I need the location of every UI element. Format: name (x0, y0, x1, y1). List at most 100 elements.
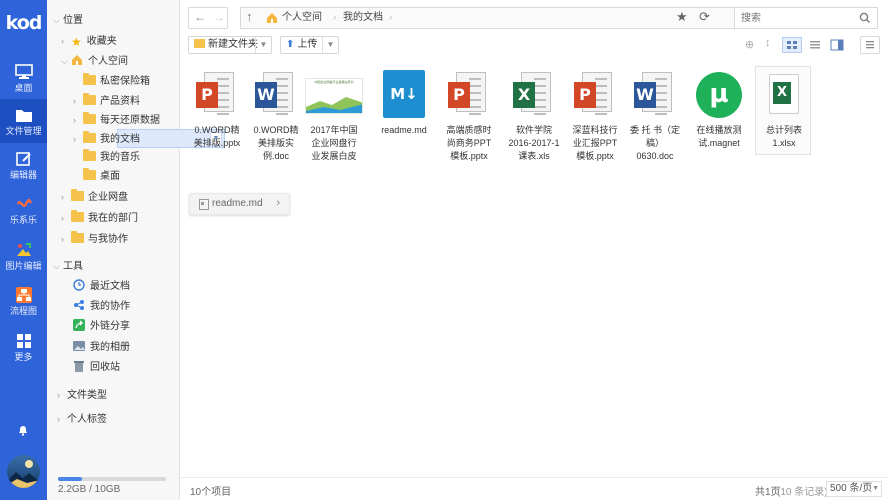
breadcrumb-separator: › (389, 12, 393, 23)
powerpoint-badge: P (574, 82, 596, 108)
tree-item-recent-docs[interactable]: 最近文档 (73, 277, 130, 297)
file-item[interactable]: X 软件学院 2016-2017-1 课表.xls (505, 64, 563, 163)
tree-item-my-music[interactable]: 我的音乐 (83, 148, 140, 168)
grid-view-icon (787, 41, 797, 49)
markdown-badge: M↓ (383, 70, 425, 118)
tree-section-tools[interactable]: ⌵ 工具 (53, 256, 83, 276)
excel-badge: X (773, 82, 791, 104)
forward-button[interactable]: → (213, 10, 225, 24)
tree-label: 个人标签 (67, 414, 107, 425)
file-item[interactable]: P 高端质感时 尚商务PPT 模板.pptx (440, 64, 498, 163)
upload-button[interactable]: ⬆ 上传 ▼ (280, 36, 339, 54)
tree-item-product[interactable]: › 产品资料 (73, 91, 140, 111)
tree-item-collaboration[interactable]: › 与我协作 (61, 229, 128, 249)
tree-item-my-documents[interactable]: › 我的文档 (73, 129, 140, 149)
tree-label: 我的音乐 (100, 152, 140, 163)
icon-view-button[interactable] (782, 37, 802, 53)
list-view-icon (810, 41, 820, 49)
search-icon[interactable] (859, 12, 871, 24)
tree-item-favorites[interactable]: › ★ 收藏夹 (61, 31, 117, 51)
rail-item-flowchart[interactable]: 流程图 (0, 279, 47, 323)
folder-icon (83, 93, 96, 105)
rail-item-desktop[interactable]: 桌面 (0, 56, 47, 100)
folder-icon (83, 131, 96, 143)
search-input[interactable] (735, 8, 853, 28)
tree-item-external-share[interactable]: 外链分享 (73, 317, 130, 337)
chevron-down-icon[interactable]: ▼ (322, 37, 338, 53)
recent-file-card[interactable]: readme.md › (189, 193, 290, 215)
tree-label: 企业网盘 (88, 192, 128, 203)
chevron-down-icon[interactable]: ▼ (255, 37, 271, 53)
tree-section-file-types[interactable]: › 文件类型 (57, 385, 107, 405)
tree-item-daily-restore[interactable]: › 每天还原数据 (73, 110, 160, 130)
file-item[interactable]: µ 在线播放测 试.magnet (690, 64, 748, 150)
address-bar[interactable]: ↑ 个人空间 › 我的文档 › ★ ⟳ (240, 7, 793, 29)
tree-section-location[interactable]: ⌵ 位置 (53, 10, 83, 30)
doc-file-icon: W (253, 70, 299, 120)
rail-item-more[interactable]: 更多 (0, 325, 47, 369)
file-name-line: 模板.pptx (576, 151, 614, 161)
tree-item-vault[interactable]: 私密保险箱 (83, 72, 150, 92)
file-name: 2017年中国 企业网盘行 业发展白皮 (305, 124, 363, 163)
back-button[interactable]: ← (194, 10, 206, 24)
tree-item-desktop[interactable]: 桌面 (83, 167, 120, 187)
storage-quota-bar (58, 477, 166, 481)
file-item[interactable]: M↓ readme.md (375, 64, 433, 137)
page-size-select[interactable]: 500 条/页 ▼ (826, 481, 882, 497)
image-file-icon: 中国企业网盘行业发展白皮书 (305, 70, 363, 120)
file-name-line: 美排版实 (257, 138, 294, 148)
file-name: 高端质感时 尚商务PPT 模板.pptx (440, 124, 498, 163)
breadcrumb-my-documents[interactable]: 我的文档 (343, 8, 383, 28)
powerpoint-badge: P (196, 82, 218, 108)
photo-icon (73, 341, 85, 351)
file-item[interactable]: P 深蓝科技行 业汇报PPT 模板.pptx (566, 64, 624, 163)
tree-label: 工具 (63, 261, 83, 272)
tree-label: 与我协作 (88, 234, 128, 245)
list-view-button[interactable] (805, 37, 825, 53)
refresh-icon[interactable]: ⟳ (699, 9, 710, 25)
rail-item-music[interactable]: 乐系乐 (0, 188, 47, 232)
file-item[interactable]: P 0.WORD精 美排版.pptx (188, 64, 246, 150)
bell-icon[interactable] (17, 424, 29, 436)
file-item[interactable]: W 委 托 书（定 稿） 0630.doc (626, 64, 684, 163)
page-size-label: 500 条/页 (830, 483, 873, 494)
rail-item-image-editor[interactable]: 图片编辑 (0, 234, 47, 278)
avatar[interactable] (7, 455, 40, 488)
up-button[interactable]: ↑ (246, 9, 253, 24)
file-name-line: 企业网盘行 (311, 138, 357, 148)
file-item[interactable]: W 0.WORD精 美排版实 例.doc (247, 64, 305, 163)
new-folder-button[interactable]: 新建文件夹 ▼ (188, 36, 272, 54)
rail-item-editor[interactable]: 编辑器 (0, 143, 47, 187)
word-badge: W (634, 82, 656, 108)
file-name-line: 美排版.pptx (193, 138, 241, 148)
sort-icon[interactable]: ↕ (765, 37, 771, 49)
tree-label: 私密保险箱 (100, 76, 150, 87)
tree-section-tags[interactable]: › 个人标签 (57, 409, 107, 429)
rail-label: 图片编辑 (5, 261, 42, 271)
file-item[interactable]: 中国企业网盘行业发展白皮书 2017年中国 企业网盘行 业发展白皮 (305, 64, 363, 163)
tree-label: 位置 (63, 15, 83, 26)
folder-icon (83, 112, 96, 124)
tree-label: 我的文档 (100, 134, 140, 145)
tree-item-album[interactable]: 我的相册 (73, 338, 130, 358)
status-bar: 10个项目 共1页 (10 条记录) 500 条/页 ▼ (180, 477, 888, 500)
tree-item-my-department[interactable]: › 我在的部门 (61, 208, 138, 228)
detail-panel-button[interactable] (860, 36, 880, 54)
tree-label: 收藏夹 (86, 36, 117, 47)
file-name-line: 课表.xls (518, 151, 550, 161)
file-name: 总计列表 1.xlsx (755, 124, 813, 150)
split-view-button[interactable] (827, 37, 847, 53)
storage-quota-fill (58, 477, 82, 481)
star-icon[interactable]: ★ (676, 9, 688, 25)
tree-item-my-collab[interactable]: 我的协作 (73, 297, 130, 317)
tree-item-recycle-bin[interactable]: 回收站 (73, 358, 120, 378)
tree-item-personal-space[interactable]: ⌵ 个人空间 (61, 51, 128, 71)
xls-file-icon: X (511, 70, 557, 120)
rail-item-file-manager[interactable]: 文件管理 (0, 99, 47, 143)
tree-label: 每天还原数据 (100, 115, 160, 126)
tree-item-enterprise[interactable]: › 企业网盘 (61, 187, 128, 207)
chevron-down-icon: ⌵ (61, 56, 68, 66)
zoom-icon[interactable]: ⊕ (745, 38, 754, 51)
breadcrumb-personal-space[interactable]: 个人空间 (282, 8, 322, 28)
file-item[interactable]: X 总计列表 1.xlsx (755, 64, 813, 150)
